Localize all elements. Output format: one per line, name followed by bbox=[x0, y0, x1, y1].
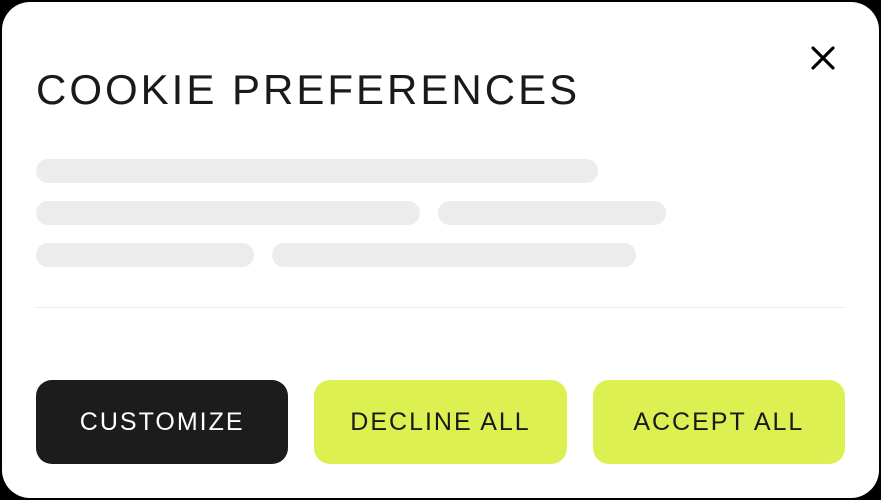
close-icon bbox=[808, 43, 838, 73]
button-row: CUSTOMIZE DECLINE ALL ACCEPT ALL bbox=[36, 380, 845, 464]
skeleton-line bbox=[272, 243, 636, 267]
cookie-preferences-dialog: COOKIE PREFERENCES CUSTOMIZE DECLINE ALL… bbox=[2, 2, 879, 498]
skeleton-line bbox=[36, 159, 598, 183]
skeleton-line bbox=[36, 243, 254, 267]
divider bbox=[36, 307, 845, 308]
close-button[interactable] bbox=[805, 40, 841, 76]
customize-button[interactable]: CUSTOMIZE bbox=[36, 380, 288, 464]
body-text-skeleton bbox=[36, 159, 845, 267]
decline-all-button[interactable]: DECLINE ALL bbox=[314, 380, 566, 464]
dialog-title: COOKIE PREFERENCES bbox=[36, 66, 845, 114]
skeleton-line bbox=[438, 201, 666, 225]
accept-all-button[interactable]: ACCEPT ALL bbox=[593, 380, 845, 464]
skeleton-line bbox=[36, 201, 420, 225]
